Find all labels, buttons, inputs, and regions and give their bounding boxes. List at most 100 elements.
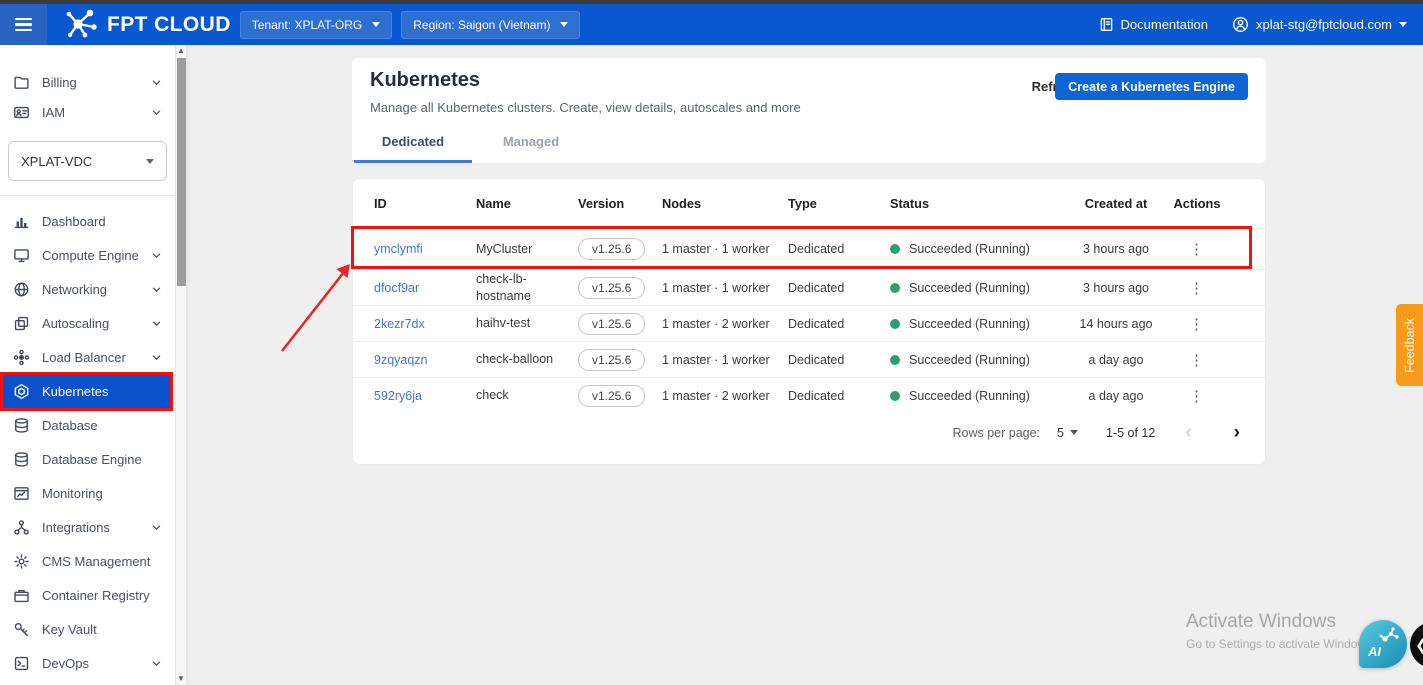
- sidebar-item-label: Billing: [42, 74, 77, 90]
- table-row: 9zqyaqzn check-balloon v1.25.6 1 master …: [353, 341, 1265, 377]
- vdc-selector-value: XPLAT-VDC: [21, 153, 93, 169]
- chevron-down-icon: [151, 284, 162, 295]
- sidebar-item-label: Integrations: [42, 519, 110, 535]
- sidebar-item-kubernetes[interactable]: Kubernetes: [0, 374, 172, 408]
- sidebar-item-database[interactable]: Database: [0, 408, 175, 442]
- chevron-down-icon: [146, 158, 154, 164]
- table-row: 2kezr7dx haihv-test v1.25.6 1 master · 2…: [353, 305, 1265, 341]
- cluster-nodes: 1 master · 2 worker: [662, 316, 770, 331]
- status-label: Succeeded (Running): [909, 242, 1030, 256]
- sidebar-item-load-balancer[interactable]: Load Balancer: [0, 340, 175, 374]
- status-label: Succeeded (Running): [909, 388, 1030, 403]
- sidebar-item-database-engine[interactable]: Database Engine: [0, 442, 175, 476]
- cluster-name: MyCluster: [476, 241, 533, 256]
- sidebar-item-label: Load Balancer: [42, 349, 126, 365]
- cluster-version: v1.25.6: [578, 384, 662, 407]
- cluster-status: Succeeded (Running): [890, 242, 1066, 256]
- sidebar-item-label: Container Registry: [42, 587, 150, 603]
- cluster-version: v1.25.6: [578, 238, 662, 260]
- kubernetes-icon: [13, 383, 30, 400]
- cluster-id-link[interactable]: ymclymfi: [374, 242, 476, 256]
- column-header-status: Status: [890, 196, 930, 211]
- row-actions-menu-button[interactable]: ⋮: [1166, 240, 1228, 258]
- vdc-selector[interactable]: XPLAT-VDC: [8, 141, 167, 181]
- column-header-actions: Actions: [1173, 196, 1221, 211]
- previous-page-button[interactable]: ‹: [1185, 423, 1191, 442]
- sidebar-item-label: IAM: [42, 104, 66, 120]
- cluster-type: Dedicated: [788, 280, 845, 295]
- collapsed-widget-button[interactable]: ❮: [1410, 622, 1423, 668]
- sidebar-item-container-registry[interactable]: Container Registry: [0, 578, 175, 612]
- create-kubernetes-engine-button[interactable]: Create a Kubernetes Engine: [1055, 73, 1248, 100]
- container-registry-icon: [13, 587, 30, 604]
- scroll-up-arrow-icon[interactable]: ▲: [176, 45, 186, 57]
- rows-per-page-select[interactable]: 5: [1057, 426, 1078, 440]
- user-account-menu[interactable]: xplat-stg@fptcloud.com: [1232, 16, 1407, 33]
- scrollbar-thumb[interactable]: [177, 58, 186, 286]
- status-label: Succeeded (Running): [909, 352, 1030, 367]
- row-actions-menu-button[interactable]: ⋮: [1166, 315, 1228, 333]
- table-header-row: ID Name Version Nodes Type Status Created at Ac…: [353, 179, 1265, 228]
- iam-icon: [13, 104, 30, 121]
- chevron-down-icon: [1399, 22, 1407, 27]
- page-title: Kubernetes: [370, 69, 481, 91]
- sidebar-scrollbar[interactable]: ▲ ▼: [175, 45, 186, 685]
- cms-management-icon: [13, 553, 30, 570]
- region-selector[interactable]: Region: Saigon (Vietnam): [401, 10, 581, 39]
- sidebar-item-cms-management[interactable]: CMS Management: [0, 544, 175, 578]
- next-page-button[interactable]: ›: [1234, 423, 1240, 442]
- cluster-id-link[interactable]: dfocf9ar: [374, 281, 476, 295]
- sidebar-item-integrations[interactable]: Integrations: [0, 510, 175, 544]
- sidebar-item-autoscaling[interactable]: Autoscaling: [0, 306, 175, 340]
- chevron-down-icon: [151, 658, 162, 669]
- cluster-created-at: 14 hours ago: [1079, 316, 1153, 331]
- cluster-name: check-lb-hostname: [476, 272, 531, 303]
- chevron-down-icon: [151, 77, 162, 88]
- version-badge: v1.25.6: [578, 384, 646, 407]
- row-actions-menu-button[interactable]: ⋮: [1166, 387, 1228, 405]
- sidebar-item-compute-engine[interactable]: Compute Engine: [0, 238, 175, 272]
- hamburger-menu-button[interactable]: [0, 4, 47, 45]
- database-engine-icon: [13, 451, 30, 468]
- cluster-type: Dedicated: [788, 316, 845, 331]
- row-actions-menu-button[interactable]: ⋮: [1166, 351, 1228, 369]
- tenant-selector[interactable]: Tenant: XPLAT-ORG: [239, 10, 393, 39]
- book-icon: [1099, 17, 1114, 32]
- watermark-line2: Go to Settings to activate Windows: [1186, 637, 1373, 651]
- database-icon: [13, 417, 30, 434]
- sidebar-item-label: CMS Management: [42, 553, 151, 569]
- cluster-id-link[interactable]: 592ry6ja: [374, 389, 476, 403]
- tab-dedicated[interactable]: Dedicated: [354, 134, 472, 163]
- cluster-version: v1.25.6: [578, 276, 662, 299]
- tab-managed[interactable]: Managed: [472, 134, 590, 163]
- sidebar-item-iam[interactable]: IAM: [0, 97, 175, 127]
- cluster-name: check: [476, 388, 509, 403]
- ai-assistant-widget[interactable]: AI: [1359, 620, 1407, 668]
- cluster-version: v1.25.6: [578, 312, 662, 335]
- feedback-tab[interactable]: Feedback: [1396, 304, 1423, 386]
- version-badge: v1.25.6: [578, 276, 646, 299]
- tab-bar: Dedicated Managed: [354, 134, 590, 163]
- sidebar-item-label: Dashboard: [42, 213, 106, 229]
- sidebar-item-label: Database Engine: [42, 451, 142, 467]
- documentation-link[interactable]: Documentation: [1099, 17, 1208, 32]
- fpt-cloud-logo[interactable]: FPT CLOUD: [64, 5, 231, 44]
- row-actions-menu-button[interactable]: ⋮: [1166, 279, 1228, 297]
- table-row: ymclymfi MyCluster v1.25.6 1 master · 1 …: [353, 228, 1265, 269]
- chevron-down-icon: [1070, 430, 1078, 435]
- window-top-strip: [0, 0, 1423, 4]
- page-subtitle: Manage all Kubernetes clusters. Create, …: [370, 100, 801, 115]
- sidebar-item-networking[interactable]: Networking: [0, 272, 175, 306]
- cluster-id-link[interactable]: 2kezr7dx: [374, 317, 476, 331]
- sidebar-item-key-vault[interactable]: Key Vault: [0, 612, 175, 646]
- cluster-id-link[interactable]: 9zqyaqzn: [374, 353, 476, 367]
- documentation-label: Documentation: [1120, 17, 1208, 32]
- chevron-down-icon: [151, 318, 162, 329]
- sidebar-item-devops[interactable]: DevOps: [0, 646, 175, 680]
- cluster-nodes: 1 master · 1 worker: [662, 280, 770, 295]
- sidebar-item-dashboard[interactable]: Dashboard: [0, 204, 175, 238]
- sidebar-item-billing[interactable]: Billing: [0, 67, 175, 97]
- scroll-down-arrow-icon[interactable]: ▼: [176, 673, 186, 685]
- version-badge: v1.25.6: [578, 312, 646, 335]
- sidebar-item-monitoring[interactable]: Monitoring: [0, 476, 175, 510]
